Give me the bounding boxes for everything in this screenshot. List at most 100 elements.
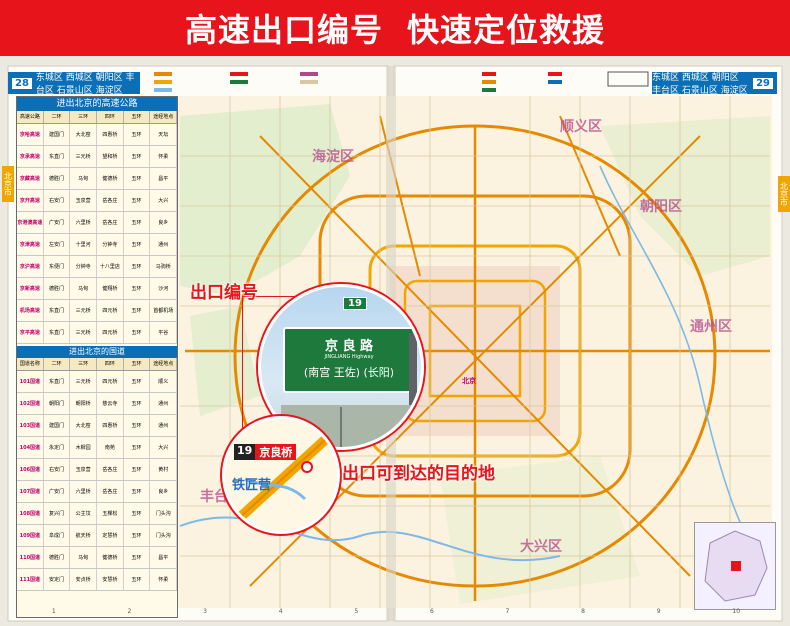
table-cell: 109国道	[17, 525, 44, 546]
district-label-tongzhou: 通州区	[690, 319, 732, 335]
table-cell: 左安门	[44, 234, 71, 255]
table-cell: 京藏高速	[17, 168, 44, 189]
table-cell: 五环	[124, 525, 151, 546]
highway-info-table: 进出北京的高速公路 高速公路 二环 三环 四环 五环 途经地点 京哈高速 建国门大…	[16, 96, 178, 618]
destination-label: 出口可到达的目的地	[342, 464, 495, 484]
table-cell: 阜成门	[44, 525, 71, 546]
table-cell: 安慧桥	[97, 569, 124, 590]
table-cell: 机场高速	[17, 300, 44, 321]
table-cell: 五环	[124, 503, 151, 524]
table-cell: 东直门	[44, 146, 71, 167]
table-row: 108国道 复兴门 公主坟 五棵松 五环 门头沟	[17, 503, 177, 525]
table-cell: 平谷	[150, 322, 177, 343]
table-cell: 门头沟	[150, 503, 177, 524]
table-cell: 东直门	[44, 300, 71, 321]
overview-map-icon	[704, 530, 768, 602]
table-row: 京津高速 左安门 十里河 分钟寺 五环 通州	[17, 234, 177, 256]
page-number-right: 29	[753, 77, 773, 89]
table-cell: 四元桥	[97, 322, 124, 343]
atlas-spread: 28 东城区 西城区 朝阳区 丰台区 石景山区 海淀区 东城区 西城区 朝阳区 …	[0, 56, 790, 626]
table-cell: 健翔桥	[97, 278, 124, 299]
table-cell: 京港澳高速	[17, 212, 44, 233]
table-cell: 门头沟	[150, 525, 177, 546]
table-cell: 玉泉营	[70, 459, 98, 480]
table-cell: 五环	[124, 415, 151, 436]
table-row: 京开高速 右安门 玉泉营 岳各庄 五环 大兴	[17, 190, 177, 212]
table-cell: 永定门	[44, 437, 71, 458]
side-tab-left: 北京市	[2, 166, 14, 202]
table-cell: 马驹桥	[150, 256, 177, 277]
table-cell: 京平高速	[17, 322, 44, 343]
table-cell: 三元桥	[70, 322, 98, 343]
table-cell: 五环	[124, 547, 151, 568]
table-cell: 京承高速	[17, 146, 44, 167]
table-row: 111国道 安定门 安贞桥 安慧桥 五环 怀柔	[17, 569, 177, 591]
highway-table-title: 进出北京的高速公路	[17, 97, 177, 111]
header-districts-right: 东城区 西城区 朝阳区 丰台区 石景山区 海淀区	[652, 73, 748, 96]
district-label-shunyi: 顺义区	[560, 119, 602, 135]
table-cell: 健德桥	[97, 168, 124, 189]
national-table-title: 进出北京的国道	[17, 346, 177, 358]
city-label-beijing: 北京	[462, 377, 476, 385]
table-cell: 岳各庄	[97, 190, 124, 211]
table-cell: 106国道	[17, 459, 44, 480]
header-districts-left: 东城区 西城区 朝阳区 丰台区 石景山区 海淀区	[35, 73, 135, 96]
table-cell: 五环	[124, 146, 151, 167]
map-legend-right	[478, 68, 656, 98]
table-cell: 大兴	[150, 190, 177, 211]
table-cell: 103国道	[17, 415, 44, 436]
table-row: 107国道 广安门 六里桥 岳各庄 五环 良乡	[17, 481, 177, 503]
table-cell: 京开高速	[17, 190, 44, 211]
table-cell: 建国门	[44, 124, 71, 145]
table-cell: 通州	[150, 415, 177, 436]
table-cell: 五环	[124, 212, 151, 233]
table-cell: 广安门	[44, 212, 71, 233]
table-row: 京港澳高速 广安门 六里桥 岳各庄 五环 良乡	[17, 212, 177, 234]
table-cell: 十八里店	[97, 256, 124, 277]
table-cell: 五环	[124, 190, 151, 211]
table-cell: 五棵松	[97, 503, 124, 524]
table-row: 103国道 建国门 大北窑 四惠桥 五环 通州	[17, 415, 177, 437]
table-row: 京承高速 东直门 三元桥 望和桥 五环 怀柔	[17, 146, 177, 168]
table-row: 106国道 右安门 玉泉营 岳各庄 五环 黄村	[17, 459, 177, 481]
table-cell: 五环	[124, 437, 151, 458]
table-cell: 黄村	[150, 459, 177, 480]
district-label-haidian: 海淀区	[312, 149, 354, 165]
table-row: 京哈高速 建国门 大北窑 四惠桥 五环 天坛	[17, 124, 177, 146]
table-cell: 广安门	[44, 481, 71, 502]
table-cell: 东直门	[44, 371, 71, 392]
table-cell: 五环	[124, 459, 151, 480]
district-label-chaoyang: 朝阳区	[640, 199, 682, 215]
map-exit-name: 京良桥	[259, 446, 293, 459]
table-cell: 四惠桥	[97, 415, 124, 436]
map-exit-tag: 19 京良桥	[234, 444, 297, 460]
table-cell: 东直门	[44, 322, 71, 343]
table-cell: 六里桥	[70, 212, 98, 233]
beijing-overview-inset	[694, 522, 776, 610]
table-cell: 110国道	[17, 547, 44, 568]
table-cell: 五环	[124, 393, 151, 414]
table-cell: 安贞桥	[70, 569, 98, 590]
table-cell: 天坛	[150, 124, 177, 145]
district-label-daxing: 大兴区	[520, 539, 562, 555]
table-cell: 大兴	[150, 437, 177, 458]
table-cell: 京津高速	[17, 234, 44, 255]
table-cell: 定慧桥	[97, 525, 124, 546]
table-cell: 右安门	[44, 459, 71, 480]
page-header-left: 28 东城区 西城区 朝阳区 丰台区 石景山区 海淀区	[8, 72, 140, 96]
table-cell: 建国门	[44, 415, 71, 436]
table-cell: 通州	[150, 234, 177, 255]
promo-banner: 高速出口编号 快速定位救援	[0, 0, 790, 56]
table-cell: 五环	[124, 168, 151, 189]
table-row: 109国道 阜成门 航天桥 定慧桥 五环 门头沟	[17, 525, 177, 547]
table-cell: 十里河	[70, 234, 98, 255]
table-cell: 南苑	[97, 437, 124, 458]
table-cell: 望和桥	[97, 146, 124, 167]
table-cell: 昌平	[150, 547, 177, 568]
table-cell: 朝阳门	[44, 393, 71, 414]
table-cell: 京沪高速	[17, 256, 44, 277]
map-exit-number: 19	[234, 444, 256, 460]
table-cell: 顺义	[150, 371, 177, 392]
table-cell: 107国道	[17, 481, 44, 502]
map-station-label: 铁匠营	[232, 478, 272, 493]
